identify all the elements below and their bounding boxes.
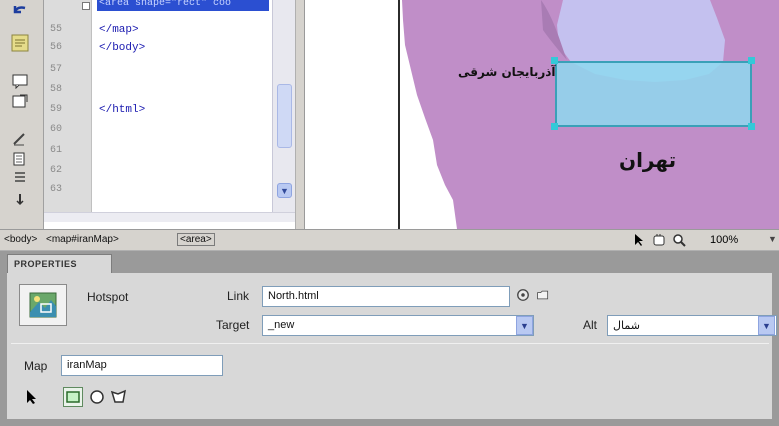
hotspot-handle[interactable] xyxy=(551,123,558,130)
hotspot-label: Hotspot xyxy=(87,290,129,304)
link-label: Link xyxy=(227,289,250,303)
zoom-tool-icon[interactable] xyxy=(672,233,686,247)
code-fold-toggle[interactable] xyxy=(82,2,90,10)
target-select[interactable]: _new xyxy=(262,315,534,336)
code-toolbar xyxy=(0,0,44,229)
line-number: 55 xyxy=(50,24,63,35)
tag-selector-bar: <body> <map#iranMap> <area> 100% ▼ xyxy=(0,229,779,251)
outdent-icon[interactable] xyxy=(9,168,31,186)
code-vertical-scrollbar[interactable]: ▼ xyxy=(272,0,295,212)
line-number: 57 xyxy=(50,64,63,75)
line-number: 61 xyxy=(50,145,63,156)
hotspot-icon xyxy=(19,284,67,326)
select-tool-icon[interactable] xyxy=(632,233,646,247)
undo-icon[interactable] xyxy=(9,2,31,20)
code-line: </body> xyxy=(99,42,146,54)
hotspot-handle[interactable] xyxy=(551,57,558,64)
tag-crumb-map[interactable]: <map#iranMap> xyxy=(46,234,119,245)
panel-divider xyxy=(11,343,769,344)
target-dropdown-arrow-icon[interactable]: ▼ xyxy=(516,316,533,335)
wrap-tag-icon[interactable] xyxy=(9,92,31,110)
tag-crumb-area[interactable]: <area> xyxy=(177,233,215,246)
properties-panel: Hotspot Link North.html Target _new ▼ Al… xyxy=(0,273,779,426)
alt-label: Alt xyxy=(583,318,598,332)
document-window: 55 56 57 58 59 60 61 62 63 <area shape="… xyxy=(0,0,779,229)
properties-panel-header: PROPERTIES xyxy=(0,251,779,273)
line-number: 60 xyxy=(50,124,63,135)
properties-tab[interactable]: PROPERTIES xyxy=(7,254,112,273)
pointer-hotspot-tool-icon[interactable] xyxy=(21,387,41,407)
hotspot-rect[interactable] xyxy=(555,61,752,127)
link-input[interactable]: North.html xyxy=(262,286,510,307)
indent-icon[interactable] xyxy=(9,150,31,168)
rectangle-hotspot-tool-icon[interactable] xyxy=(63,387,83,407)
map-label-tehran: تهران xyxy=(619,148,677,172)
code-line: </map> xyxy=(99,24,139,36)
scrollbar-thumb[interactable] xyxy=(277,84,292,148)
code-horizontal-scrollbar[interactable] xyxy=(44,212,295,222)
line-number: 59 xyxy=(50,104,63,115)
polygon-hotspot-tool-icon[interactable] xyxy=(109,387,129,407)
selected-code-text: <area shape="rect" coo xyxy=(99,0,232,9)
hotspot-handle[interactable] xyxy=(748,123,755,130)
snippet-icon[interactable] xyxy=(9,34,31,52)
split-view-divider[interactable] xyxy=(295,0,305,229)
design-canvas-edge xyxy=(398,0,400,229)
zoom-level[interactable]: 100% xyxy=(710,234,738,246)
format-icon[interactable] xyxy=(9,130,31,148)
target-label: Target xyxy=(216,318,250,332)
scroll-down-arrow-icon[interactable]: ▼ xyxy=(277,183,292,198)
point-to-file-icon[interactable] xyxy=(516,288,530,302)
browse-folder-icon[interactable] xyxy=(536,288,550,302)
alt-dropdown-arrow-icon[interactable]: ▼ xyxy=(758,316,775,335)
code-line: </html> xyxy=(99,104,146,116)
line-number: 62 xyxy=(50,165,63,176)
map-label-east-azerbaijan: آذربایجان شرقی xyxy=(458,65,556,79)
tag-crumb-body[interactable]: <body> xyxy=(4,234,37,245)
design-view[interactable]: آذربایجان شرقی تهران xyxy=(305,0,779,229)
hand-tool-icon[interactable] xyxy=(652,233,666,247)
map-name-input[interactable]: iranMap xyxy=(61,355,223,376)
line-number: 58 xyxy=(50,84,63,95)
line-number-gutter: 55 56 57 58 59 60 61 62 63 xyxy=(44,0,92,222)
code-editor[interactable]: <area shape="rect" coo </map> </body> </… xyxy=(92,0,272,212)
more-tools-icon[interactable] xyxy=(9,190,31,208)
alt-select[interactable]: شمال xyxy=(607,315,777,336)
map-label: Map xyxy=(24,359,48,373)
comment-icon[interactable] xyxy=(9,72,31,90)
line-number: 56 xyxy=(50,42,63,53)
hotspot-handle[interactable] xyxy=(748,57,755,64)
line-number: 63 xyxy=(50,184,63,195)
oval-hotspot-tool-icon[interactable] xyxy=(87,387,107,407)
zoom-dropdown-icon[interactable]: ▼ xyxy=(768,234,777,244)
